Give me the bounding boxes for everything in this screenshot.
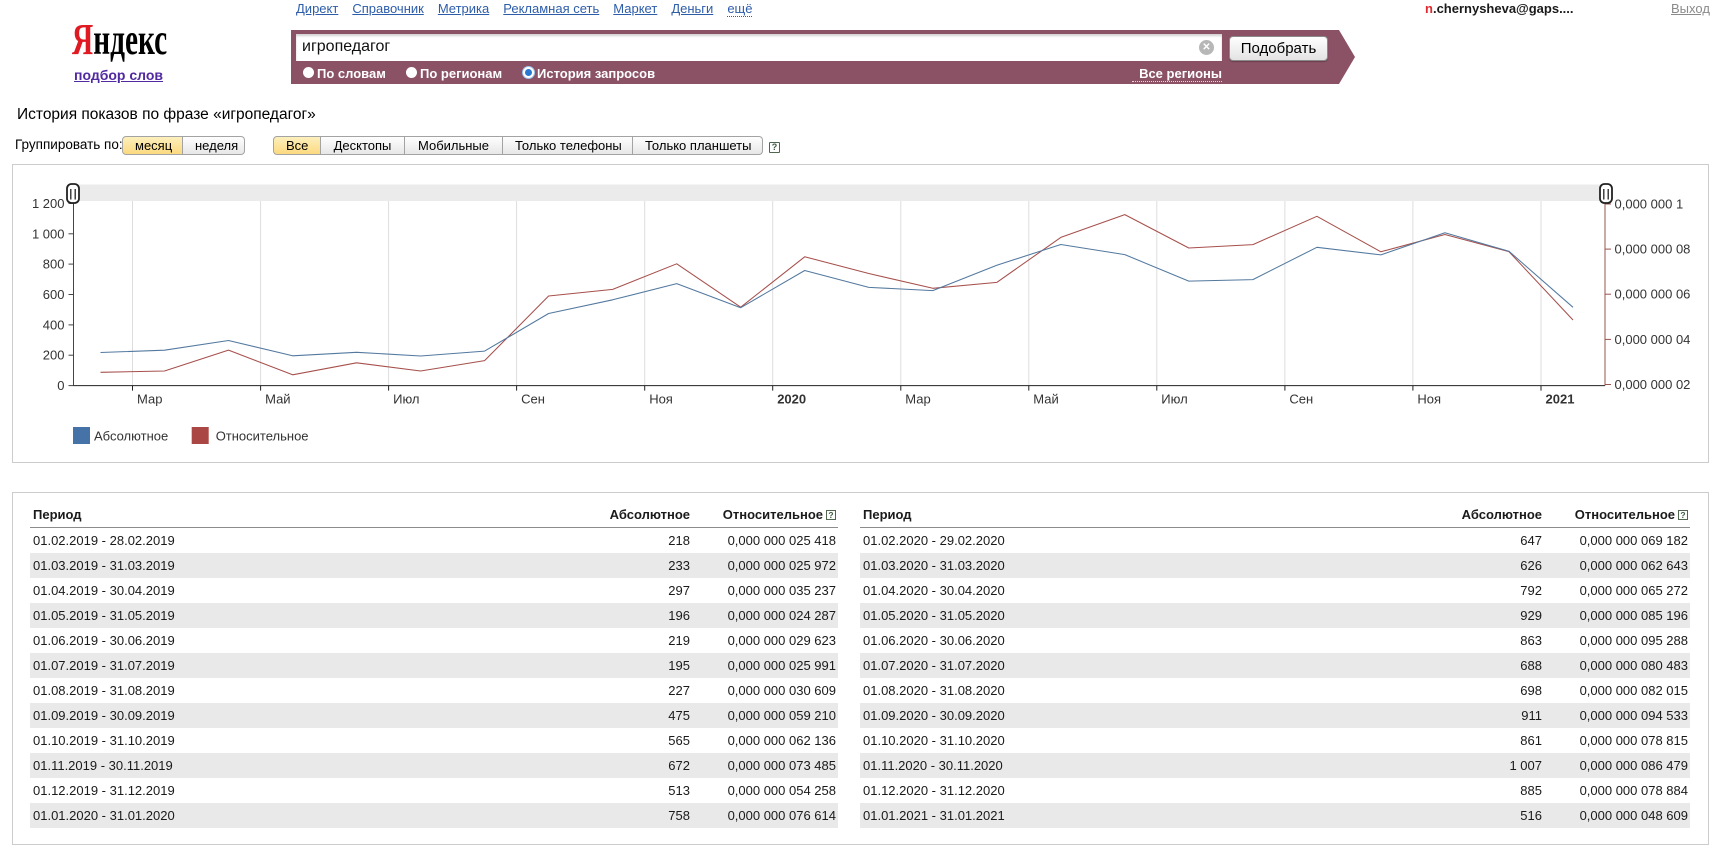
svg-text:0,000 000 04: 0,000 000 04 [1615, 332, 1691, 347]
svg-text:200: 200 [43, 348, 65, 363]
svg-text:1 000: 1 000 [32, 226, 65, 241]
svg-text:Июл: Июл [393, 392, 419, 407]
svg-text:Относительное: Относительное [216, 429, 309, 444]
svg-text:800: 800 [43, 257, 65, 272]
svg-text:400: 400 [43, 317, 65, 332]
svg-text:Сен: Сен [521, 392, 545, 407]
svg-text:Мар: Мар [137, 392, 162, 407]
svg-text:Май: Май [265, 392, 290, 407]
svg-text:2021: 2021 [1546, 392, 1575, 407]
svg-text:Абсолютное: Абсолютное [94, 429, 168, 444]
svg-text:Ноя: Ноя [1417, 392, 1441, 407]
svg-text:Ноя: Ноя [649, 392, 673, 407]
svg-text:Мар: Мар [905, 392, 930, 407]
svg-text:0,000 000 02: 0,000 000 02 [1615, 377, 1691, 392]
svg-text:0,000 000 08: 0,000 000 08 [1615, 242, 1691, 257]
svg-text:Сен: Сен [1289, 392, 1313, 407]
svg-text:2020: 2020 [777, 392, 806, 407]
svg-text:0: 0 [57, 378, 64, 393]
svg-text:Июл: Июл [1161, 392, 1187, 407]
svg-text:Май: Май [1033, 392, 1058, 407]
svg-text:1 200: 1 200 [32, 196, 65, 211]
svg-text:0,000 000 1: 0,000 000 1 [1615, 197, 1684, 212]
svg-text:0,000 000 06: 0,000 000 06 [1615, 287, 1691, 302]
svg-text:600: 600 [43, 287, 65, 302]
